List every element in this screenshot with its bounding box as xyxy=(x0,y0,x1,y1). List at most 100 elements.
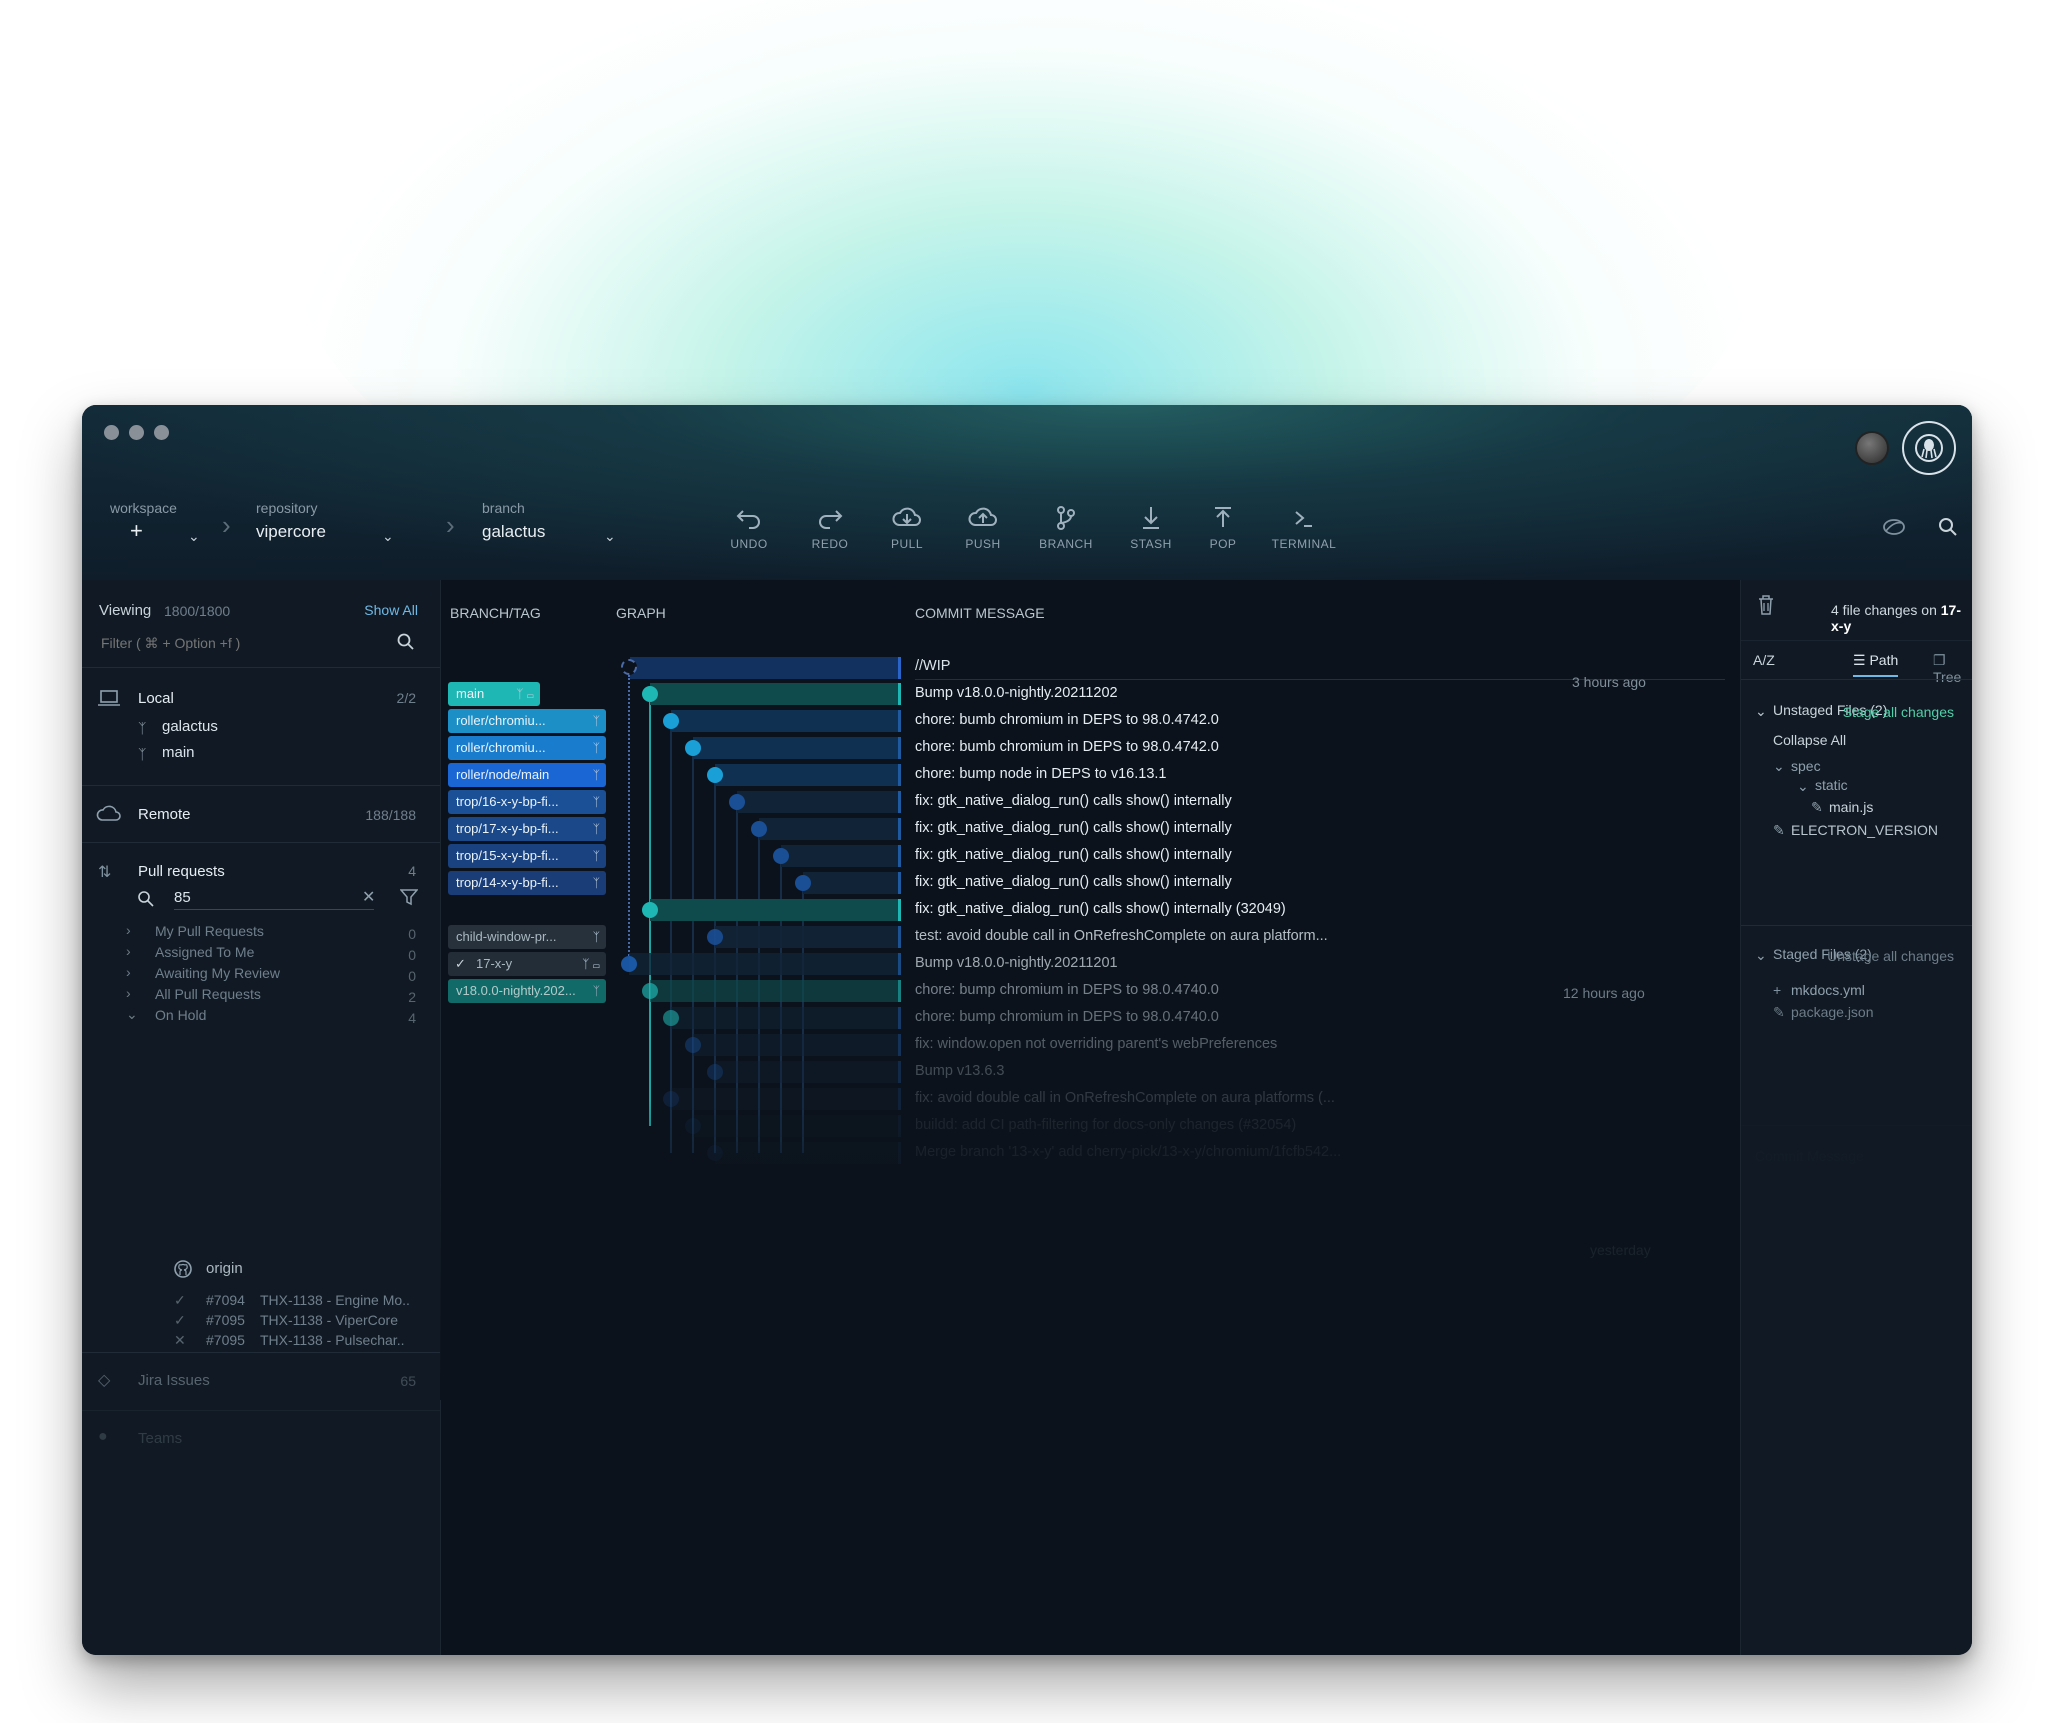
commit-message[interactable]: Bump v13.6.3 xyxy=(915,1063,1004,1079)
commit-row-highlight[interactable] xyxy=(650,899,901,921)
collapse-all-button[interactable]: Collapse All xyxy=(1773,732,1846,748)
unstage-all-button[interactable]: Unstage all changes xyxy=(1827,948,1954,964)
wip-row-highlight[interactable] xyxy=(630,657,901,679)
commit-row-highlight[interactable] xyxy=(715,764,901,786)
commit-message[interactable]: chore: bump node in DEPS to v16.13.1 xyxy=(915,766,1167,782)
commit-row-highlight[interactable] xyxy=(715,926,901,948)
commit-message-input[interactable]: Commit Message xyxy=(1755,1148,1864,1164)
branch-tag[interactable]: main ᛉ ▭ xyxy=(448,682,540,706)
unstaged-file[interactable]: ELECTRON_VERSION xyxy=(1791,822,1938,838)
activity-icon[interactable] xyxy=(1882,517,1906,542)
commit-message[interactable]: chore: bumb chromium in DEPS to 98.0.474… xyxy=(915,739,1219,755)
commit-message[interactable]: Bump v18.0.0-nightly.20211201 xyxy=(915,955,1118,971)
folder-spec[interactable]: spec xyxy=(1791,758,1821,774)
pr-group-label[interactable]: Assigned To Me xyxy=(155,944,254,960)
chevron-right-icon[interactable]: › xyxy=(126,985,131,1001)
chevron-down-icon[interactable]: ⌄ xyxy=(604,528,616,545)
pull-button[interactable]: PULL xyxy=(872,505,942,551)
theme-toggle[interactable] xyxy=(1857,433,1887,463)
jira-section-label[interactable]: Jira Issues xyxy=(138,1372,210,1389)
commit-message[interactable]: Bump v18.0.0-nightly.20211202 xyxy=(915,685,1118,701)
branch-tag[interactable]: trop/17-x-y-bp-fi... ᛉ xyxy=(448,817,606,841)
show-all-link[interactable]: Show All xyxy=(364,602,418,618)
commit-node[interactable] xyxy=(751,821,767,837)
commit-message[interactable]: chore: bump chromium in DEPS to 98.0.474… xyxy=(915,1009,1219,1025)
pr-number[interactable]: #7095 xyxy=(206,1332,245,1348)
chevron-right-icon[interactable]: › xyxy=(126,964,131,980)
commit-message[interactable]: buildd: add CI path-filtering for docs-o… xyxy=(915,1117,1296,1133)
teams-section-label[interactable]: Teams xyxy=(138,1430,182,1447)
commit-message[interactable]: fix: window.open not overriding parent's… xyxy=(915,1036,1277,1052)
redo-button[interactable]: REDO xyxy=(795,505,865,551)
commit-node[interactable] xyxy=(663,713,679,729)
commit-node[interactable] xyxy=(642,902,658,918)
commit-node[interactable] xyxy=(685,1118,701,1134)
commit-message[interactable]: fix: avoid double call in OnRefreshCompl… xyxy=(915,1090,1335,1106)
commit-node[interactable] xyxy=(642,983,658,999)
commit-row-highlight[interactable] xyxy=(715,1142,901,1164)
pr-title[interactable]: THX-1138 - ViperCore xyxy=(260,1312,398,1328)
branch-tag[interactable]: roller/chromiu... ᛉ xyxy=(448,736,606,760)
commit-node[interactable] xyxy=(663,1091,679,1107)
commit-node[interactable] xyxy=(663,1010,679,1026)
commit-row-highlight[interactable] xyxy=(671,1088,901,1110)
filter-input[interactable] xyxy=(99,630,393,656)
stash-button[interactable]: STASH xyxy=(1116,505,1186,551)
branch-tag[interactable]: child-window-pr... ᛉ xyxy=(448,925,606,949)
commit-row-highlight[interactable] xyxy=(671,710,901,732)
gitkraken-logo-icon[interactable] xyxy=(1902,421,1956,475)
commit-node[interactable] xyxy=(795,875,811,891)
pull-requests-section-label[interactable]: Pull requests xyxy=(138,863,225,880)
commit-message[interactable]: Merge branch '13-x-y' add cherry-pick/13… xyxy=(915,1144,1341,1160)
commit-message[interactable]: fix: gtk_native_dialog_run() calls show(… xyxy=(915,901,1286,917)
commit-node[interactable] xyxy=(707,929,723,945)
commit-node[interactable] xyxy=(773,848,789,864)
commit-row-highlight[interactable] xyxy=(693,737,901,759)
pop-button[interactable]: POP xyxy=(1188,505,1258,551)
commit-node[interactable] xyxy=(707,1145,723,1161)
tree-view-tab[interactable]: Tree xyxy=(1933,669,1961,685)
pr-group-label[interactable]: Awaiting My Review xyxy=(155,965,280,981)
origin-label[interactable]: origin xyxy=(206,1260,243,1277)
stage-all-button[interactable]: Stage all changes xyxy=(1843,704,1954,720)
trash-icon[interactable] xyxy=(1757,594,1775,621)
close-window-button[interactable] xyxy=(104,425,119,440)
chevron-right-icon[interactable]: › xyxy=(126,922,131,938)
commit-message[interactable]: fix: gtk_native_dialog_run() calls show(… xyxy=(915,793,1232,809)
minimize-window-button[interactable] xyxy=(129,425,144,440)
local-branch-main[interactable]: main xyxy=(162,744,195,761)
chevron-down-icon[interactable]: ⌄ xyxy=(1797,778,1809,794)
wip-node[interactable] xyxy=(621,659,637,675)
pr-group-label[interactable]: On Hold xyxy=(155,1007,206,1023)
commit-row-highlight[interactable] xyxy=(629,953,901,975)
pr-number[interactable]: #7095 xyxy=(206,1312,245,1328)
chevron-right-icon[interactable]: › xyxy=(126,943,131,959)
commit-node[interactable] xyxy=(685,740,701,756)
path-view-tab[interactable]: Path xyxy=(1869,652,1898,668)
wip-message[interactable]: //WIP xyxy=(915,658,950,674)
commit-row-highlight[interactable] xyxy=(671,1007,901,1029)
branch-tag[interactable]: trop/16-x-y-bp-fi... ᛉ xyxy=(448,790,606,814)
search-icon[interactable] xyxy=(397,633,415,656)
pr-number[interactable]: #7094 xyxy=(206,1292,245,1308)
pr-title[interactable]: THX-1138 - Pulsechar.. xyxy=(260,1332,404,1348)
commit-message[interactable]: chore: bumb chromium in DEPS to 98.0.474… xyxy=(915,712,1219,728)
filter-icon[interactable] xyxy=(399,888,419,911)
branch-tag[interactable]: trop/15-x-y-bp-fi... ᛉ xyxy=(448,844,606,868)
staged-file[interactable]: package.json xyxy=(1791,1004,1874,1020)
workspace-add-icon[interactable]: + xyxy=(130,518,177,544)
branch-tag[interactable]: 17-x-y ✓ ᛉ ▭ xyxy=(448,952,606,976)
chevron-down-icon[interactable]: ⌄ xyxy=(1755,703,1767,719)
commit-row-highlight[interactable] xyxy=(803,872,901,894)
branch-tag[interactable]: roller/chromiu... ᛉ xyxy=(448,709,606,733)
maximize-window-button[interactable] xyxy=(154,425,169,440)
chevron-down-icon[interactable]: ⌄ xyxy=(188,528,200,545)
search-icon[interactable] xyxy=(1938,517,1958,542)
repository-selector[interactable]: repository vipercore ⌄ xyxy=(256,500,394,544)
chevron-down-icon[interactable]: ⌄ xyxy=(382,528,394,545)
pull-request-search-input[interactable]: 85 xyxy=(174,889,374,910)
branch-tag[interactable]: trop/14-x-y-bp-fi... ᛉ xyxy=(448,871,606,895)
staged-file[interactable]: mkdocs.yml xyxy=(1791,982,1865,998)
commit-node[interactable] xyxy=(621,956,637,972)
branch-selector[interactable]: branch galactus ⌄ xyxy=(482,500,616,544)
